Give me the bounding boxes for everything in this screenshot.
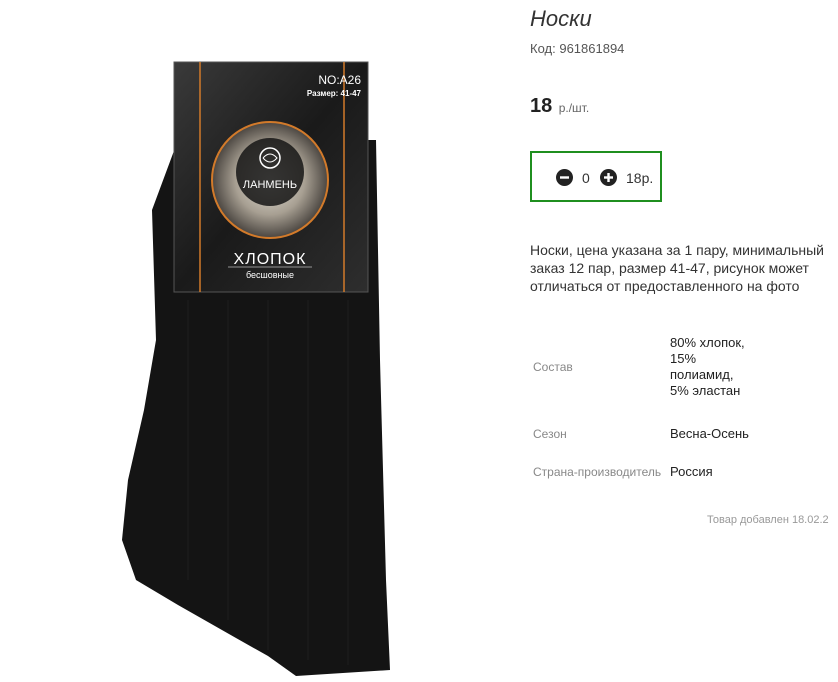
- product-code: Код: 961861894: [530, 41, 624, 56]
- product-code-value: 961861894: [559, 41, 625, 56]
- product-page: ЛАНМЕНЬ NO:A26 Размер: 41-47 ХЛОПОК бесш…: [0, 0, 838, 682]
- spec-value-season: Весна-Осень: [670, 426, 749, 441]
- package-material: ХЛОПОК: [234, 251, 307, 268]
- quantity-value[interactable]: 0: [582, 170, 590, 186]
- price-value: 18: [530, 95, 553, 117]
- minus-circle-icon[interactable]: [556, 169, 573, 186]
- quantity-total: 18р.: [626, 170, 654, 186]
- spec-value-composition: 80% хлопок, 15% полиамид, 5% эластан: [670, 334, 745, 398]
- spec-row-season: Сезон Весна-Осень: [530, 415, 750, 453]
- spec-label-composition: Состав: [533, 359, 573, 374]
- spec-label-country: Страна-производитель: [533, 465, 662, 479]
- product-code-label: Код:: [530, 41, 556, 56]
- package-brand: ЛАНМЕНЬ: [243, 179, 297, 191]
- product-description: Носки, цена указана за 1 пару, минимальн…: [530, 242, 824, 294]
- date-added: Товар добавлен 18.02.2: [707, 514, 829, 526]
- plus-circle-icon[interactable]: [600, 169, 617, 186]
- sock-illustration: ЛАНМЕНЬ NO:A26 Размер: 41-47 ХЛОПОК бесш…: [122, 61, 390, 676]
- spec-value-country: Россия: [670, 464, 713, 479]
- price-unit: р./шт.: [558, 101, 590, 115]
- product-title: Носки: [530, 6, 592, 31]
- spec-row-composition: Состав 80% хлопок, 15% полиамид, 5% элас…: [530, 318, 750, 415]
- package-seamless: бесшовные: [246, 270, 294, 280]
- product-image[interactable]: ЛАНМЕНЬ NO:A26 Размер: 41-47 ХЛОПОК бесш…: [118, 60, 398, 682]
- product-price: 18 р./шт.: [530, 95, 589, 118]
- package-model: NO:A26: [318, 73, 361, 87]
- spec-row-country: Страна-производитель Россия: [530, 453, 750, 491]
- spec-label-season: Сезон: [533, 427, 567, 441]
- package-size: Размер: 41-47: [307, 89, 362, 98]
- quantity-stepper: 0 18р.: [530, 151, 662, 202]
- specs-table: Состав 80% хлопок, 15% полиамид, 5% элас…: [530, 318, 750, 491]
